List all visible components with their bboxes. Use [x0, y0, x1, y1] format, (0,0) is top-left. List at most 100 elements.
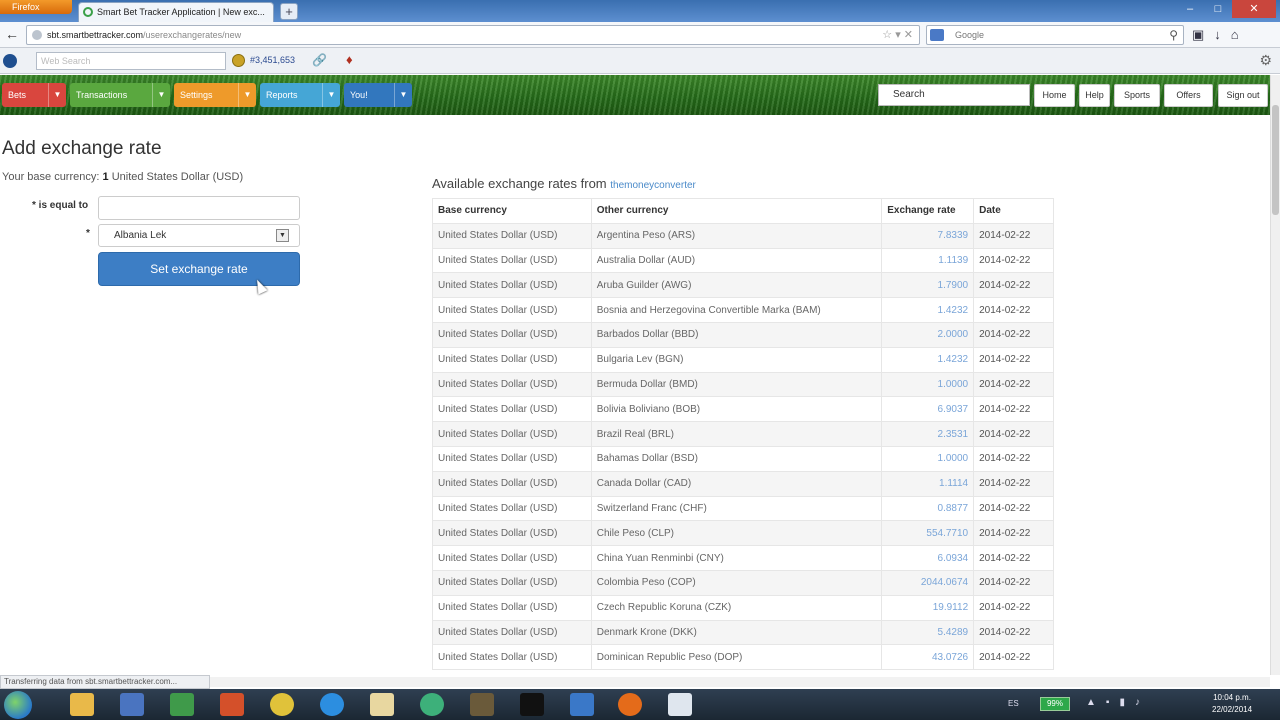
google-engine-icon[interactable]	[930, 29, 944, 41]
clock[interactable]: 10:04 p.m. 22/02/2014	[1212, 692, 1252, 716]
exchange-rate-link[interactable]: 1.0000	[881, 445, 975, 472]
nav-home-link[interactable]: Home	[1034, 84, 1075, 107]
folder-icon[interactable]	[70, 693, 94, 716]
exchange-rate-link[interactable]: 0.8877	[881, 495, 975, 522]
exchange-rate-link[interactable]: 1.4232	[881, 297, 975, 323]
web-search-input[interactable]: Web Search	[36, 52, 226, 70]
firefox-menu-button[interactable]: Firefox	[0, 0, 72, 14]
caret-down-icon[interactable]: ▼	[238, 83, 256, 107]
set-exchange-rate-button[interactable]: Set exchange rate	[98, 252, 300, 286]
window-icon[interactable]	[668, 693, 692, 716]
exchange-rate-link[interactable]: 19.9112	[881, 594, 975, 621]
base-currency-cell: United States Dollar (USD)	[432, 445, 592, 472]
exchange-rate-link[interactable]: 43.0726	[881, 644, 975, 671]
exchange-rate-input[interactable]	[98, 196, 300, 220]
exchange-rate-link[interactable]: 1.0000	[881, 371, 975, 398]
url-bar[interactable]: sbt.smartbettracker.com/userexchangerate…	[26, 25, 920, 45]
currency-select[interactable]: Albania Lek ▼	[98, 224, 300, 247]
gear-icon[interactable]: ⚙	[1259, 52, 1272, 69]
exchange-rate-link[interactable]: 554.7710	[881, 520, 975, 547]
search-icon[interactable]: ⚲	[1169, 26, 1178, 44]
exchange-rate-link[interactable]: 1.1139	[881, 247, 975, 274]
table-row: United States Dollar (USD) Bahamas Dollar…	[432, 445, 1054, 472]
nav-bets-label: Bets	[8, 90, 27, 100]
excel-icon[interactable]	[170, 693, 194, 716]
back-arrow-icon[interactable]: ←	[5, 27, 19, 41]
internet-explorer-icon[interactable]	[320, 693, 344, 716]
date-cell: 2014-02-22	[973, 545, 1054, 571]
tray-icons[interactable]: ▲▪▮♪	[1086, 697, 1150, 708]
base-currency-cell: United States Dollar (USD)	[432, 371, 592, 398]
other-currency-cell: Denmark Krone (DKK)	[590, 619, 883, 646]
browser-titlebar: Firefox Smart Bet Tracker Application | …	[0, 0, 1280, 22]
browser-tab[interactable]: Smart Bet Tracker Application | New exc.…	[78, 2, 274, 22]
coin-icon[interactable]	[232, 54, 245, 67]
chrome-icon[interactable]	[270, 693, 294, 716]
nav-help-link[interactable]: Help	[1079, 84, 1110, 107]
caret-down-icon[interactable]: ▼	[48, 83, 66, 107]
date-cell: 2014-02-22	[973, 371, 1054, 398]
browser-navbar: ← sbt.smartbettracker.com/userexchangera…	[0, 22, 1280, 48]
exchange-rate-link[interactable]: 6.9037	[881, 396, 975, 423]
chevron-down-icon[interactable]: ▼	[276, 229, 289, 242]
column-header: Other currency	[590, 198, 883, 224]
table-row: United States Dollar (USD) Chile Peso (CL…	[432, 520, 1054, 547]
other-currency-cell: Brazil Real (BRL)	[590, 421, 883, 447]
nav-transactions-button[interactable]: Transactions ▼	[70, 83, 170, 107]
app-icon[interactable]	[470, 693, 494, 716]
scroll-thumb[interactable]	[1272, 105, 1279, 215]
google-search-box[interactable]: Google ⚲	[926, 25, 1184, 45]
maximize-icon[interactable]: □	[1204, 0, 1232, 18]
table-row: United States Dollar (USD) Aruba Guilder …	[432, 272, 1054, 299]
base-currency-cell: United States Dollar (USD)	[432, 545, 592, 571]
nav-reports-label: Reports	[266, 90, 298, 100]
caret-down-icon[interactable]: ▼	[322, 83, 340, 107]
bookmark-star-icon[interactable]: ☆ ▾ ✕	[882, 26, 913, 44]
word-icon[interactable]	[120, 693, 144, 716]
nav-you-button[interactable]: You! ▼	[344, 83, 412, 107]
minimize-icon[interactable]: –	[1176, 0, 1204, 18]
language-indicator[interactable]: ES	[1008, 699, 1019, 708]
page-scrollbar[interactable]	[1270, 75, 1280, 675]
nav-signout-link[interactable]: Sign out	[1218, 84, 1268, 107]
globe-icon[interactable]	[3, 54, 17, 68]
exchange-rate-link[interactable]: 2.0000	[881, 321, 975, 348]
exchange-rate-link[interactable]: 1.1114	[881, 470, 975, 497]
nav-bets-button[interactable]: Bets ▼	[2, 83, 66, 107]
date-cell: 2014-02-22	[973, 594, 1054, 621]
explorer-icon[interactable]	[370, 693, 394, 716]
close-icon[interactable]: ✕	[1232, 0, 1276, 18]
base-currency-cell: United States Dollar (USD)	[432, 495, 592, 522]
base-currency-cell: United States Dollar (USD)	[432, 346, 592, 373]
nav-sports-dropdown[interactable]: Sports	[1114, 84, 1160, 107]
table-row: United States Dollar (USD) Australia Doll…	[432, 247, 1054, 274]
download-home-icons[interactable]: ▣↓⌂	[1192, 27, 1249, 43]
exchange-rate-link[interactable]: 2044.0674	[881, 569, 975, 596]
caret-down-icon[interactable]: ▼	[152, 83, 170, 107]
site-search-input[interactable]: Search	[878, 84, 1030, 106]
nav-settings-button[interactable]: Settings ▼	[174, 83, 256, 107]
battery-indicator[interactable]: 99%	[1040, 697, 1070, 711]
addon-bell-icon[interactable]: ♦	[346, 52, 353, 67]
app-icon[interactable]	[420, 693, 444, 716]
exchange-rate-link[interactable]: 7.8339	[881, 222, 975, 249]
terminal-icon[interactable]	[520, 693, 544, 716]
link-icon[interactable]: 🔗	[312, 53, 327, 67]
nav-offers-dropdown[interactable]: Offers	[1164, 84, 1213, 107]
date-cell: 2014-02-22	[973, 644, 1054, 671]
exchange-rate-link[interactable]: 1.7900	[881, 272, 975, 299]
exchange-rate-link[interactable]: 2.3531	[881, 421, 975, 447]
new-tab-button[interactable]: +	[280, 3, 298, 20]
rates-source-link[interactable]: themoneyconverter	[610, 180, 696, 191]
firefox-icon[interactable]	[618, 693, 642, 716]
powerpoint-icon[interactable]	[220, 693, 244, 716]
exchange-rate-link[interactable]: 6.0934	[881, 545, 975, 571]
site-identity-icon[interactable]	[32, 30, 42, 40]
caret-down-icon[interactable]: ▼	[394, 83, 412, 107]
nav-reports-button[interactable]: Reports ▼	[260, 83, 340, 107]
exchange-rate-link[interactable]: 5.4289	[881, 619, 975, 646]
start-button-icon[interactable]	[4, 691, 32, 719]
base-currency-cell: United States Dollar (USD)	[432, 321, 592, 348]
skype-icon[interactable]	[570, 693, 594, 716]
exchange-rate-link[interactable]: 1.4232	[881, 346, 975, 373]
